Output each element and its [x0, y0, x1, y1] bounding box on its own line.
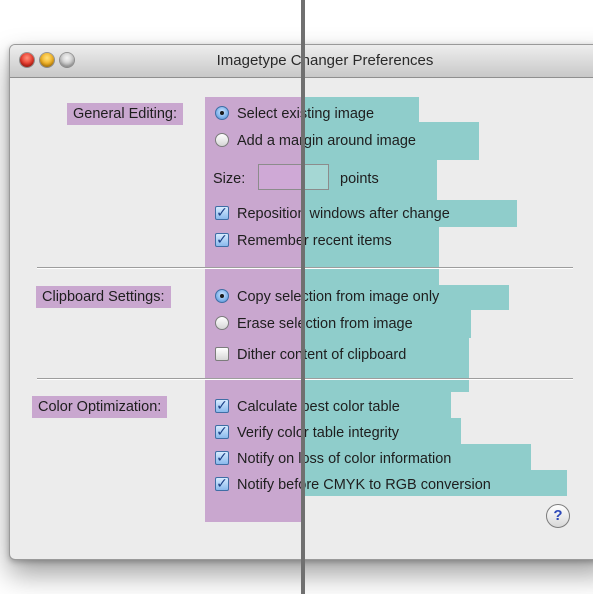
- radio-erase-selection[interactable]: [215, 316, 229, 330]
- checkbox-remember-recent[interactable]: ✓: [215, 232, 229, 247]
- checkbox-notify-cmyk[interactable]: ✓: [215, 476, 229, 491]
- section-label-color-optimization: Color Optimization:: [32, 396, 168, 418]
- checkbox-verify-integrity[interactable]: ✓: [215, 424, 229, 439]
- divider-2: [37, 378, 573, 379]
- help-icon[interactable]: ?: [546, 504, 570, 528]
- checkbox-calculate-best-color[interactable]: ✓: [215, 398, 229, 413]
- checkbox-dither-clipboard[interactable]: [215, 347, 229, 361]
- split-divider-line: [301, 0, 305, 594]
- size-label: Size:: [213, 171, 246, 187]
- checkbox-reposition-windows[interactable]: ✓: [215, 205, 229, 220]
- section-label-general-editing: General Editing:: [67, 103, 183, 125]
- size-row: Size:: [213, 169, 245, 189]
- radio-add-margin[interactable]: [215, 133, 229, 147]
- size-unit-row: points: [340, 169, 379, 189]
- section-label-clipboard-settings: Clipboard Settings:: [36, 286, 171, 308]
- radio-select-existing-image[interactable]: [215, 106, 229, 120]
- radio-copy-selection[interactable]: [215, 289, 229, 303]
- checkbox-notify-color-loss[interactable]: ✓: [215, 450, 229, 465]
- size-input[interactable]: [258, 164, 329, 190]
- size-unit-label: points: [340, 171, 379, 187]
- divider-1: [37, 267, 573, 268]
